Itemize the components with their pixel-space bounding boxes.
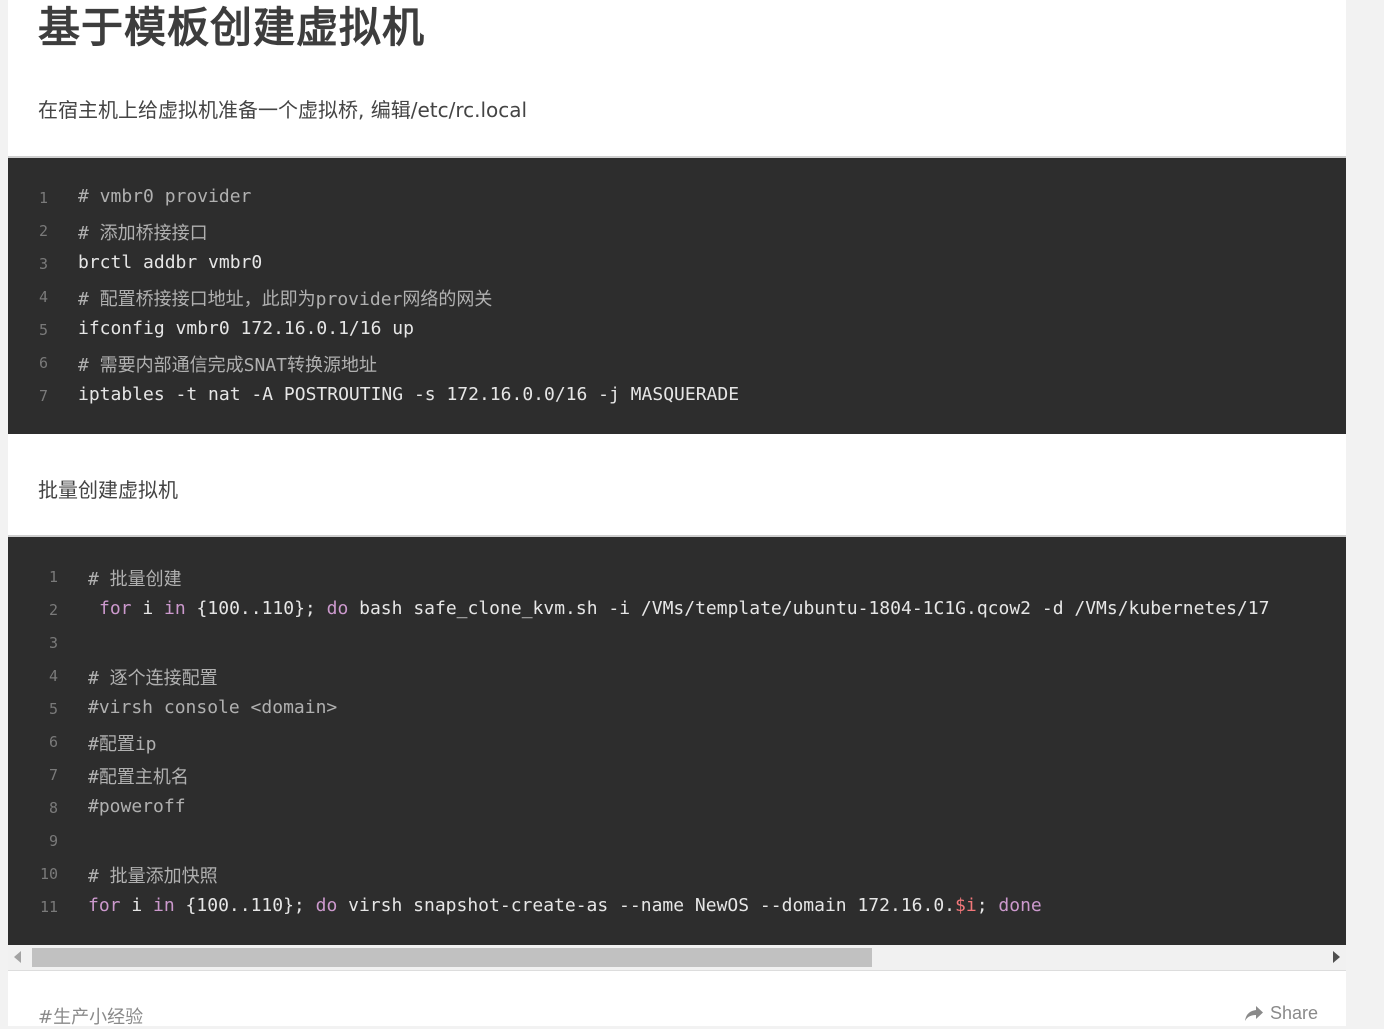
chevron-left-icon[interactable] [14, 951, 21, 963]
code-line: for i in {100..110}; do bash safe_clone_… [99, 598, 1269, 619]
share-button[interactable]: Share [1244, 1003, 1318, 1024]
keyword: done [998, 895, 1042, 916]
keyword: do [326, 598, 349, 619]
keyword: in [164, 598, 186, 619]
line-number: 7 [38, 387, 48, 405]
code-line: #poweroff [88, 796, 186, 817]
code-line: iptables -t nat -A POSTROUTING -s 172.16… [78, 384, 740, 405]
page-title: 基于模板创建虚拟机 [38, 3, 426, 52]
code-line: # 添加桥接接口 [78, 223, 208, 244]
code-line: # 配置桥接接口地址，此即为provider网络的网关 [78, 289, 493, 310]
code-text: i [120, 895, 154, 916]
code-text: {100..110}; [185, 598, 327, 619]
code-line: #配置主机名 [88, 767, 189, 788]
code-line: # 逐个连接配置 [88, 668, 218, 689]
code-text: i [131, 598, 165, 619]
code-text: ; [976, 895, 999, 916]
line-number: 6 [38, 354, 48, 372]
line-number: 7 [48, 766, 58, 784]
line-number: 10 [39, 865, 58, 883]
code-line: # 批量添加快照 [88, 866, 218, 887]
horizontal-scrollbar[interactable] [8, 945, 1346, 971]
code-line: brctl addbr vmbr0 [78, 252, 263, 273]
line-number: 5 [48, 700, 58, 718]
intro-text: 在宿主机上给虚拟机准备一个虚拟桥, 编辑/etc/rc.local [38, 98, 528, 122]
code-line: # 批量创建 [88, 569, 182, 590]
variable: $i [955, 895, 977, 916]
section-heading: 批量创建虚拟机 [38, 478, 178, 502]
code-line: # 需要内部通信完成SNAT转换源地址 [78, 355, 378, 376]
tag-link[interactable]: #生产小经验 [38, 1003, 143, 1029]
code-line: ifconfig vmbr0 172.16.0.1/16 up [78, 318, 414, 339]
line-number: 8 [48, 799, 58, 817]
code-line: #virsh console <domain> [88, 697, 338, 718]
chevron-right-icon[interactable] [1333, 951, 1340, 963]
line-number: 1 [48, 568, 58, 586]
page-gutter [1346, 0, 1384, 1026]
line-number: 5 [38, 321, 48, 339]
share-label: Share [1270, 1003, 1319, 1023]
line-number: 9 [48, 832, 58, 850]
code-line: for i in {100..110}; do virsh snapshot-c… [88, 895, 1042, 916]
scrollbar-thumb[interactable] [32, 948, 872, 967]
line-number: 6 [48, 733, 58, 751]
line-number: 4 [48, 667, 58, 685]
code-line: # vmbr0 provider [78, 186, 252, 207]
code-text: bash safe_clone_kvm.sh -i /VMs/template/… [348, 598, 1270, 619]
line-number: 3 [38, 255, 48, 273]
code-text: virsh snapshot-create-as --name NewOS --… [337, 895, 956, 916]
keyword: do [315, 895, 338, 916]
line-number: 2 [38, 222, 48, 240]
article-page: 基于模板创建虚拟机 在宿主机上给虚拟机准备一个虚拟桥, 编辑/etc/rc.lo… [8, 0, 1346, 1026]
code-text: {100..110}; [174, 895, 316, 916]
code-block-batch: 1 2 3 4 5 6 7 8 9 10 11 # 批量创建 for i in … [8, 535, 1346, 947]
keyword: for [99, 598, 132, 619]
code-block-bridge: 1 2 3 4 5 6 7 # vmbr0 provider # 添加桥接接口 … [8, 156, 1346, 434]
line-number: 11 [39, 898, 58, 916]
line-number: 1 [38, 189, 48, 207]
line-number: 2 [48, 601, 58, 619]
line-number: 3 [48, 634, 58, 652]
share-arrow-icon [1245, 1005, 1263, 1021]
keyword: for [88, 895, 121, 916]
line-number: 4 [38, 288, 48, 306]
keyword: in [153, 895, 175, 916]
code-line: #配置ip [88, 734, 157, 755]
